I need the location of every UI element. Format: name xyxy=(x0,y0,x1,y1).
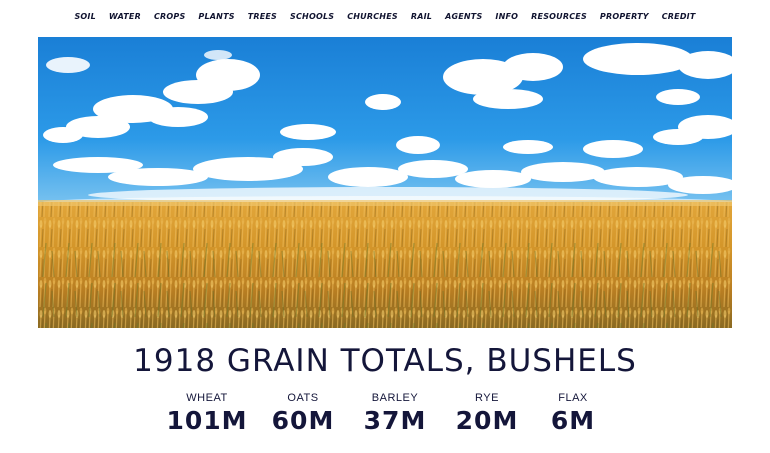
stat-label: WHEAT xyxy=(186,392,228,404)
nav-item-water[interactable]: WATER xyxy=(102,11,147,23)
stat-label: RYE xyxy=(475,392,499,404)
hero-image-wheat-field xyxy=(38,37,732,328)
top-nav: SOIL WATER CROPS PLANTS TREES SCHOOLS CH… xyxy=(0,11,770,23)
nav-item-trees[interactable]: TREES xyxy=(241,11,283,23)
nav-item-crops[interactable]: CROPS xyxy=(147,11,191,23)
stat-label: BARLEY xyxy=(371,392,419,404)
stat-value: 20M xyxy=(455,406,519,435)
nav-item-agents[interactable]: AGENTS xyxy=(439,11,489,23)
nav-item-churches[interactable]: CHURCHES xyxy=(341,11,405,23)
nav-item-soil[interactable]: SOIL xyxy=(68,11,102,23)
stat-flax: FLAX 6M xyxy=(533,392,613,436)
nav-item-rail[interactable]: RAIL xyxy=(404,11,438,23)
page-title: 1918 GRAIN TOTALS, BUSHELS xyxy=(133,343,637,379)
stat-rye: RYE 20M xyxy=(441,392,533,436)
nav-item-resources[interactable]: RESOURCES xyxy=(525,11,594,23)
nav-item-info[interactable]: INFO xyxy=(489,11,525,23)
stat-oats: OATS 60M xyxy=(257,392,349,436)
stat-value: 60M xyxy=(271,406,335,435)
page: SOIL WATER CROPS PLANTS TREES SCHOOLS CH… xyxy=(0,0,770,453)
nav-item-credit[interactable]: CREDIT xyxy=(655,11,702,23)
stat-label: OATS xyxy=(287,392,319,404)
stat-label: FLAX xyxy=(558,392,588,404)
grain-stats: WHEAT 101M OATS 60M BARLEY 37M RYE 20M F… xyxy=(0,392,770,436)
nav-item-property[interactable]: PROPERTY xyxy=(593,11,655,23)
stat-value: 6M xyxy=(550,406,596,435)
nav-item-plants[interactable]: PLANTS xyxy=(192,11,241,23)
stat-wheat: WHEAT 101M xyxy=(157,392,257,436)
stat-value: 101M xyxy=(166,406,248,435)
nav-item-schools[interactable]: SCHOOLS xyxy=(284,11,341,23)
hero-illustration xyxy=(38,37,732,328)
stat-value: 37M xyxy=(363,406,427,435)
stat-barley: BARLEY 37M xyxy=(349,392,441,436)
